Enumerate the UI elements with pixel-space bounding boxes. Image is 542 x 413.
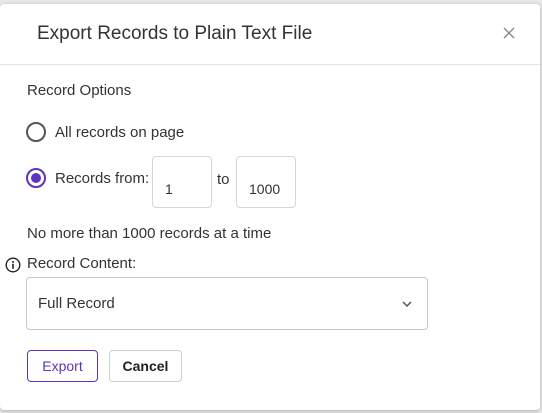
radio-records-range-button[interactable] bbox=[26, 168, 46, 188]
range-from-input[interactable]: 1 bbox=[152, 156, 212, 208]
record-options-label: Record Options bbox=[27, 82, 132, 99]
dialog-header: Export Records to Plain Text File bbox=[0, 4, 540, 65]
radio-records-range-label: Records from: bbox=[55, 169, 150, 187]
dialog-title: Export Records to Plain Text File bbox=[37, 23, 313, 44]
export-dialog: Export Records to Plain Text File Record… bbox=[0, 4, 540, 410]
record-content-select[interactable]: Full Record bbox=[26, 277, 428, 330]
radio-records-range[interactable]: Records from: bbox=[26, 168, 149, 188]
info-icon[interactable] bbox=[5, 257, 21, 273]
close-button[interactable] bbox=[500, 24, 518, 42]
export-button[interactable]: Export bbox=[27, 350, 98, 382]
range-to-label: to bbox=[217, 171, 230, 188]
close-icon bbox=[503, 27, 515, 39]
radio-all-records-button[interactable] bbox=[26, 122, 46, 142]
range-to-input[interactable]: 1000 bbox=[236, 156, 296, 208]
limit-note: No more than 1000 records at a time bbox=[27, 225, 272, 242]
radio-all-records[interactable]: All records on page bbox=[26, 122, 184, 142]
cancel-button[interactable]: Cancel bbox=[109, 350, 182, 382]
record-content-selected-value: Full Record bbox=[38, 295, 115, 312]
record-content-label: Record Content: bbox=[27, 255, 137, 272]
radio-all-records-label: All records on page bbox=[55, 123, 185, 141]
chevron-down-icon bbox=[402, 301, 412, 308]
